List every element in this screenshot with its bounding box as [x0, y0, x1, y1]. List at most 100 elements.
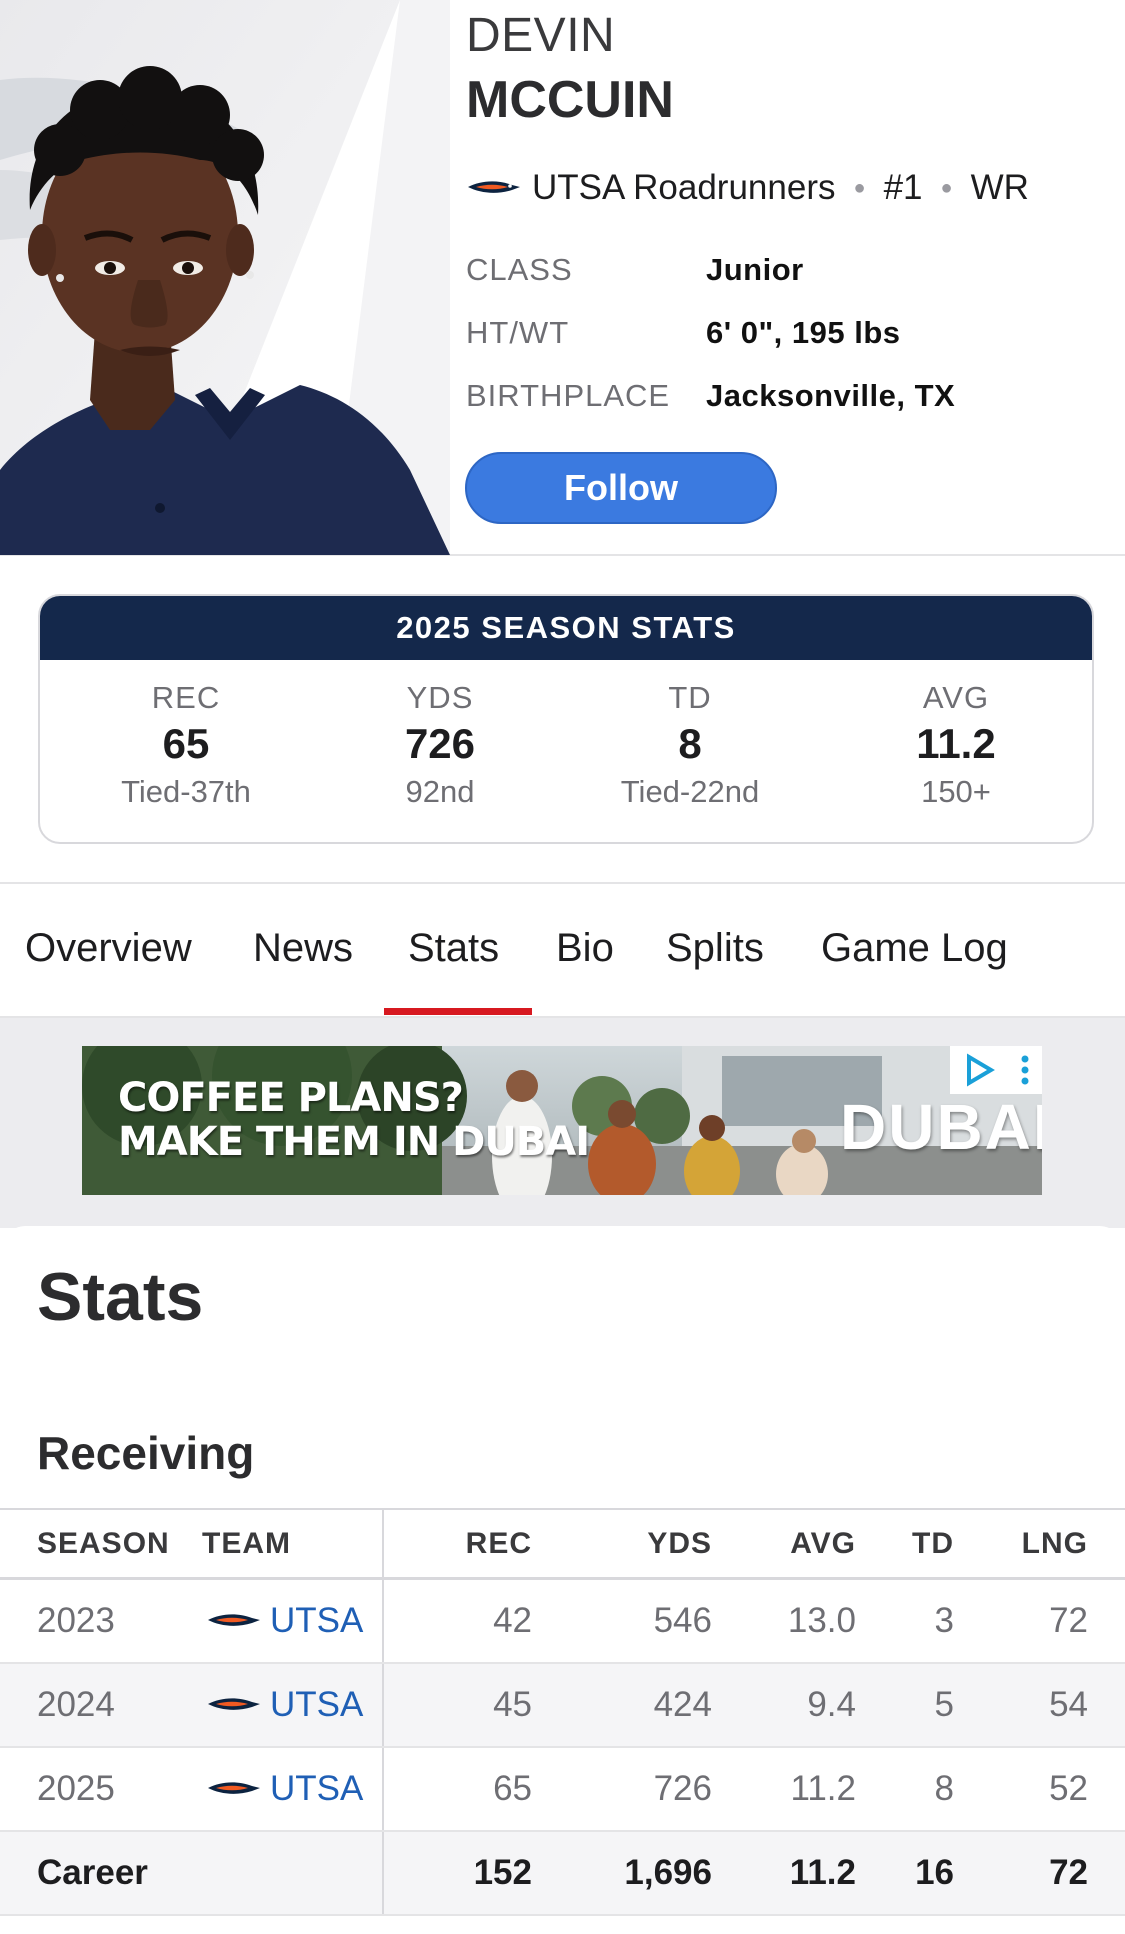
career-row: Career 152 1,696 11.2 16 72: [0, 1832, 1125, 1916]
col-avg: AVG: [790, 1526, 856, 1560]
stat-label: YDS: [406, 680, 474, 715]
separator-dot: ●: [940, 176, 953, 199]
stat-label: AVG: [922, 680, 990, 715]
tab-stats[interactable]: Stats: [408, 926, 499, 971]
player-last-name: MCCUIN: [466, 71, 674, 129]
stat-rank: Tied-22nd: [620, 774, 760, 809]
yds-cell: 424: [653, 1685, 712, 1724]
season-stat-td: TD 8 Tied-22nd: [600, 680, 780, 810]
team-link[interactable]: UTSA: [270, 1769, 363, 1809]
col-lng: LNG: [1021, 1526, 1088, 1560]
info-label: BIRTHPLACE: [466, 378, 671, 413]
td-cell: 16: [915, 1853, 954, 1892]
column-divider: [382, 1832, 384, 1914]
stat-value: 8: [678, 720, 702, 767]
column-divider: [382, 1510, 384, 1577]
ad-choices-icon: [967, 1053, 995, 1087]
tab-overview[interactable]: Overview: [25, 926, 192, 971]
lng-cell: 72: [1049, 1853, 1088, 1892]
utsa-roadrunner-logo-icon: [208, 1698, 260, 1710]
table-row: 2024 UTSA 45 424 9.4 5 54: [0, 1664, 1125, 1748]
ad-headline: COFFEE PLANS? MAKE THEM IN DUBAI: [118, 1075, 590, 1165]
team-name-link[interactable]: UTSA Roadrunners: [532, 168, 835, 208]
utsa-roadrunner-logo-icon: [208, 1614, 260, 1626]
stat-label: TD: [668, 680, 712, 715]
column-divider: [382, 1748, 384, 1830]
stat-rank: 150+: [921, 774, 991, 809]
stat-value: 11.2: [916, 720, 996, 767]
season-cell: 2024: [37, 1685, 115, 1724]
rec-cell: 65: [493, 1769, 532, 1808]
headshot-image: [0, 0, 450, 555]
team-link[interactable]: UTSA: [270, 1685, 363, 1725]
tab-splits[interactable]: Splits: [666, 926, 764, 971]
ad-choices-badge[interactable]: [950, 1046, 1042, 1094]
avg-cell: 11.2: [790, 1769, 856, 1808]
jersey-number: #1: [883, 168, 923, 207]
td-cell: 5: [934, 1685, 954, 1724]
season-stat-yds: YDS 726 92nd: [370, 680, 510, 810]
col-season: SEASON: [37, 1526, 170, 1560]
stat-rank: Tied-37th: [121, 774, 251, 809]
stat-label: REC: [151, 680, 221, 715]
tab-game-log[interactable]: Game Log: [821, 926, 1008, 971]
season-cell: 2025: [37, 1769, 115, 1808]
utsa-roadrunner-logo-icon: [468, 181, 520, 193]
ad-container: COFFEE PLANS? MAKE THEM IN DUBAI DUBAI: [0, 1018, 1125, 1228]
ad-headline-line2: MAKE THEM IN DUBAI: [118, 1119, 590, 1165]
info-row-htwt: HT/WT 6' 0", 195 lbs: [466, 315, 901, 351]
team-line: UTSA Roadrunners ● #1 ● WR: [466, 166, 1029, 210]
ad-banner[interactable]: COFFEE PLANS? MAKE THEM IN DUBAI DUBAI: [82, 1046, 1042, 1195]
table-row: 2023 UTSA 42 546 13.0 3 72: [0, 1580, 1125, 1664]
lng-cell: 54: [1049, 1685, 1088, 1724]
table-row: 2025 UTSA 65 726 11.2 8 52: [0, 1748, 1125, 1832]
rec-cell: 42: [493, 1601, 532, 1640]
player-position: WR: [970, 168, 1029, 207]
info-value: Junior: [706, 252, 804, 287]
col-rec: REC: [465, 1526, 532, 1560]
lng-cell: 52: [1049, 1769, 1088, 1808]
stat-rank: 92nd: [405, 774, 475, 809]
info-value: Jacksonville, TX: [706, 378, 956, 413]
ad-headline-line1: COFFEE PLANS?: [118, 1075, 464, 1121]
table-header: SEASON TEAM REC YDS AVG TD LNG: [0, 1508, 1125, 1580]
stat-value: 726: [404, 720, 476, 767]
rec-cell: 45: [493, 1685, 532, 1724]
season-stat-avg: AVG 11.2 150+: [886, 680, 1026, 810]
player-headshot: [0, 0, 450, 555]
avg-cell: 13.0: [787, 1601, 856, 1640]
player-header: DEVIN MCCUIN UTSA Roadrunners ● #1 ● WR …: [0, 0, 1125, 556]
more-options-icon: [1021, 1055, 1029, 1085]
career-label: Career: [37, 1853, 148, 1892]
info-label: HT/WT: [466, 315, 570, 350]
yds-cell: 726: [653, 1769, 712, 1808]
column-divider: [382, 1580, 384, 1662]
tab-news[interactable]: News: [253, 926, 353, 971]
active-tab-indicator: [384, 1008, 532, 1015]
follow-button[interactable]: Follow: [465, 452, 777, 524]
col-team: TEAM: [202, 1526, 291, 1560]
info-row-birthplace: BIRTHPLACE Jacksonville, TX: [466, 378, 955, 414]
team-cell[interactable]: UTSA: [206, 1664, 363, 1746]
player-first-name: DEVIN: [466, 9, 616, 62]
season-stats-title: 2025 SEASON STATS: [40, 596, 1092, 660]
ad-brand-logo: DUBAI: [840, 1091, 1042, 1163]
player-tabs: Overview News Stats Bio Splits Game Log: [0, 882, 1125, 1018]
col-yds: YDS: [647, 1526, 712, 1560]
team-link[interactable]: UTSA: [270, 1601, 363, 1641]
season-cell: 2023: [37, 1601, 115, 1640]
receiving-section-title: Receiving: [37, 1427, 255, 1479]
avg-cell: 11.2: [789, 1853, 856, 1892]
season-stat-rec: REC 65 Tied-37th: [116, 680, 256, 810]
team-cell[interactable]: UTSA: [206, 1748, 363, 1830]
yds-cell: 1,696: [624, 1853, 712, 1892]
column-divider: [382, 1664, 384, 1746]
td-cell: 8: [934, 1769, 954, 1808]
info-row-class: CLASS Junior: [466, 252, 804, 288]
stats-title: Stats: [37, 1259, 204, 1335]
avg-cell: 9.4: [807, 1685, 856, 1724]
separator-dot: ●: [853, 176, 866, 199]
team-cell[interactable]: UTSA: [206, 1580, 363, 1662]
tab-bio[interactable]: Bio: [556, 926, 614, 971]
stat-value: 65: [162, 720, 210, 767]
